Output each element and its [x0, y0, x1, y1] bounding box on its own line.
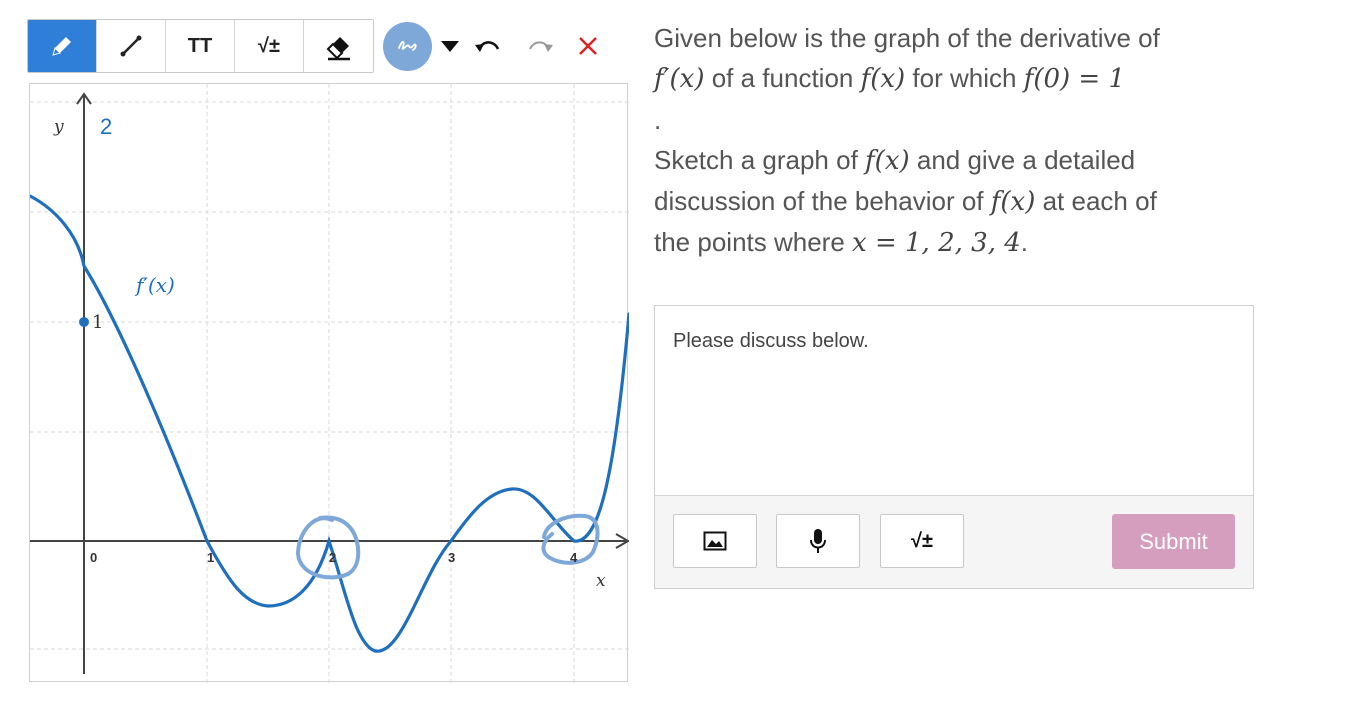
insert-image-button[interactable] — [673, 514, 757, 568]
question-line-5: discussion of the behavior of f(x) at ea… — [654, 186, 1157, 218]
math-tool[interactable]: √± — [235, 20, 304, 72]
drawing-canvas[interactable]: y x f′(x) 2 1 0 1 2 3 4 — [29, 83, 629, 683]
close-icon — [579, 37, 597, 55]
line-tool[interactable] — [97, 20, 166, 72]
question-line-6: the points where x = 1, 2, 3, 4. — [654, 227, 1028, 259]
y-axis-label: y — [53, 117, 64, 137]
answer-placeholder[interactable]: Please discuss below. — [673, 330, 869, 353]
x-tick-1: 1 — [207, 550, 214, 565]
question-text: Given below is the graph of the derivati… — [654, 18, 1274, 264]
pencil-icon — [52, 37, 71, 56]
curve-label: f′(x) — [134, 273, 175, 297]
math-icon: √± — [258, 34, 280, 57]
x-tick-0: 0 — [90, 550, 97, 565]
grid — [30, 84, 629, 683]
pencil-tool[interactable] — [28, 20, 97, 72]
color-button[interactable] — [383, 21, 432, 71]
microphone-icon — [810, 529, 826, 553]
tool-group: TT √± — [27, 19, 374, 73]
x-tick-3: 3 — [448, 550, 455, 565]
question-line-3: . — [654, 104, 662, 135]
x-tick-4: 4 — [570, 550, 578, 565]
undo-icon — [475, 41, 500, 52]
scribble-icon — [397, 40, 417, 51]
y-tick-2: 2 — [100, 114, 112, 139]
drawing-toolbar: TT √± — [27, 19, 599, 73]
redo-button[interactable] — [525, 36, 555, 56]
image-icon — [703, 531, 727, 551]
question-line-4: Sketch a graph of f(x) and give a detail… — [654, 144, 1136, 176]
question-line-1: Given below is the graph of the derivati… — [654, 23, 1160, 53]
record-audio-button[interactable] — [776, 514, 860, 568]
line-icon — [120, 35, 142, 57]
question-line-2: f′(x) of a function f(x) for which f(0) … — [654, 63, 1126, 95]
answer-toolbar: √± Submit — [655, 495, 1253, 588]
point-0-1 — [79, 317, 89, 327]
y-tick-1: 1 — [92, 312, 103, 333]
math-icon: √± — [911, 529, 933, 552]
color-dropdown-caret[interactable] — [441, 40, 459, 52]
eraser-tool[interactable] — [304, 20, 373, 72]
text-icon: TT — [187, 34, 213, 57]
x-axis-label: x — [596, 571, 606, 591]
redo-icon — [529, 41, 553, 52]
submit-button[interactable]: Submit — [1112, 514, 1235, 569]
derivative-graph: y x f′(x) 2 1 0 1 2 3 4 — [30, 84, 629, 683]
eraser-icon — [326, 37, 350, 61]
text-tool[interactable]: TT — [166, 20, 235, 72]
x-tick-2: 2 — [329, 550, 336, 565]
math-input-button[interactable]: √± — [880, 514, 964, 568]
clear-button[interactable] — [577, 35, 599, 57]
undo-button[interactable] — [473, 36, 503, 56]
answer-box[interactable]: Please discuss below. √± Submit — [654, 305, 1254, 589]
